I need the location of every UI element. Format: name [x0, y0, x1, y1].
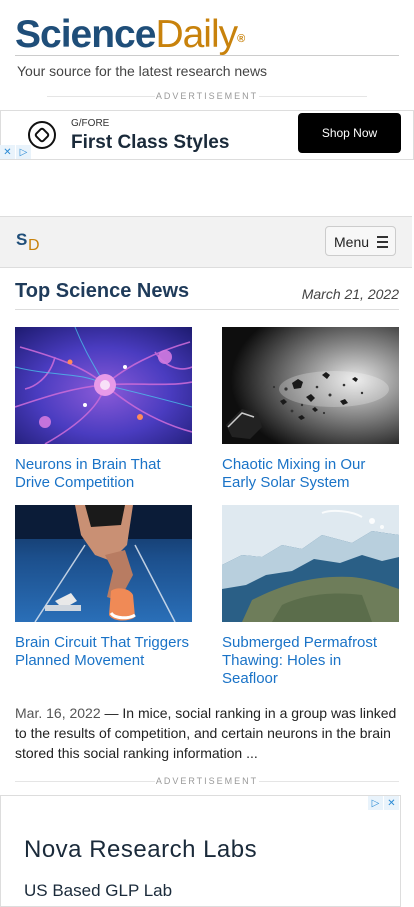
section-title: Top Science News	[15, 280, 190, 302]
story-title-link[interactable]: Submerged Permafrost Thawing: Holes in S…	[222, 634, 399, 688]
close-icon[interactable]: ✕	[0, 145, 15, 159]
story-title-link[interactable]: Neurons in Brain That Drive Competition	[15, 456, 192, 492]
logo-science: Science	[15, 13, 156, 56]
adchoices-icon[interactable]: ▷	[16, 145, 31, 159]
story-title-link[interactable]: Chaotic Mixing in Our Early Solar System	[222, 456, 399, 492]
shop-now-button[interactable]: Shop Now	[298, 113, 401, 153]
nav-bar: S D Menu	[0, 216, 412, 268]
section-divider	[15, 309, 399, 310]
story-image-neurons[interactable]	[15, 327, 192, 444]
adchoices-icon[interactable]: ▷	[368, 796, 383, 810]
bottom-ad-banner[interactable]: Nova Research Labs US Based GLP Lab	[0, 795, 401, 907]
story-title-link[interactable]: Brain Circuit That Triggers Planned Move…	[15, 634, 192, 670]
sciencedaily-logo[interactable]: ScienceDaily®	[15, 12, 245, 58]
ad2-subtitle: US Based GLP Lab	[24, 881, 173, 900]
header-divider	[15, 55, 399, 56]
logo-daily: Daily	[155, 13, 238, 56]
logo-registered: ®	[237, 33, 245, 45]
ad2-headline: Nova Research Labs	[24, 836, 258, 863]
menu-label: Menu	[334, 234, 370, 250]
story-image-arctic-map[interactable]	[222, 505, 399, 622]
story-image-runner[interactable]	[15, 505, 192, 622]
summary-date: Mar. 16, 2022	[15, 705, 101, 721]
tagline: Your source for the latest research news	[17, 63, 268, 79]
hamburger-icon	[377, 236, 388, 251]
story-image-asteroids[interactable]	[222, 327, 399, 444]
close-icon[interactable]: ✕	[384, 796, 399, 810]
ad-label-line-left	[15, 781, 155, 782]
menu-button[interactable]: Menu	[325, 226, 396, 256]
gfore-logo-icon	[28, 121, 56, 149]
section-date: March 21, 2022	[301, 286, 399, 302]
ad-label-line-right	[259, 781, 399, 782]
summary-dash: —	[104, 705, 119, 721]
sd-logo-s[interactable]: S	[16, 230, 27, 250]
ad-label-line-right	[259, 96, 367, 97]
ad-headline: First Class Styles	[71, 132, 230, 153]
story-summary: Mar. 16, 2022 — In mice, social ranking …	[15, 703, 399, 763]
ad-label-line-left	[47, 96, 155, 97]
top-ad-banner[interactable]: G/FORE First Class Styles Shop Now	[0, 110, 414, 160]
sd-logo-d[interactable]: D	[28, 237, 40, 255]
ad-brand: G/FORE	[71, 118, 110, 129]
